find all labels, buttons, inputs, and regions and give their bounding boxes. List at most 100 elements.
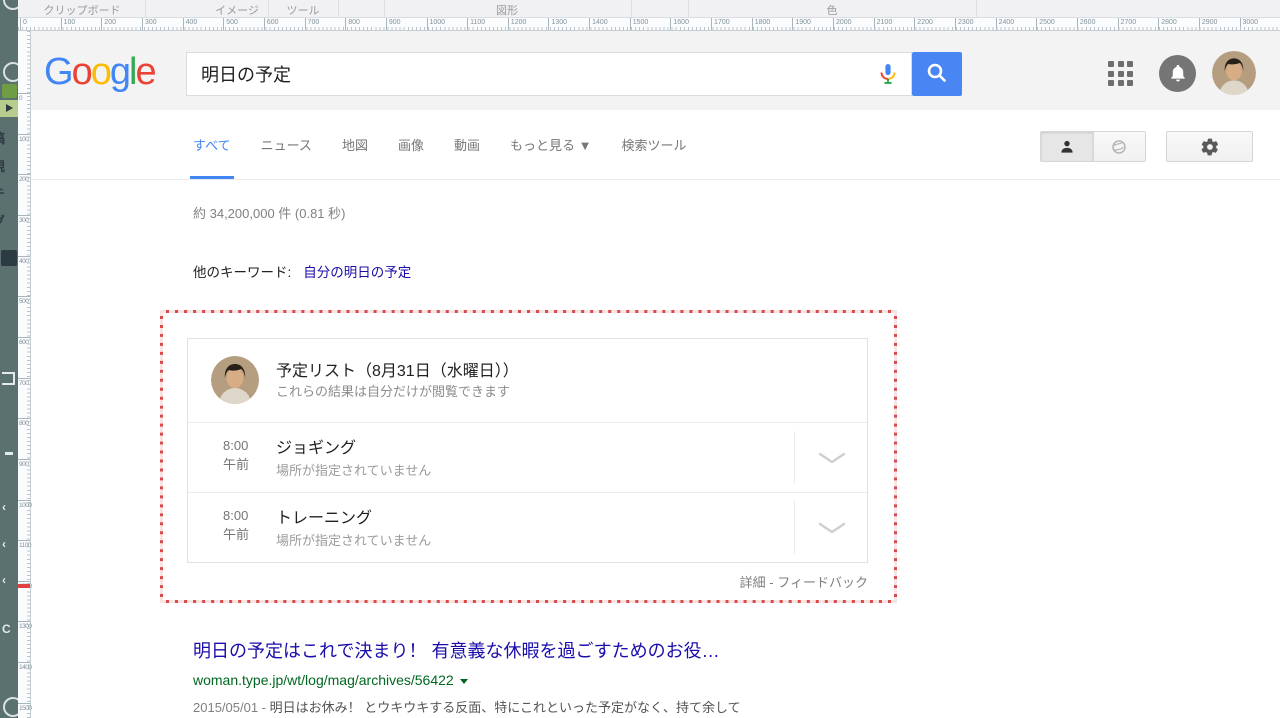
ruler-tick: 800 — [345, 18, 346, 30]
minimize-tool-icon[interactable] — [5, 452, 13, 455]
card-avatar — [211, 356, 259, 404]
apps-grid-icon[interactable] — [1108, 61, 1135, 88]
ruler-tick: 1400 — [589, 18, 590, 30]
ruler-tick: 200 — [101, 18, 102, 30]
result-date: 2015/05/01 - — [193, 700, 270, 715]
feedback-link[interactable]: フィードバック — [777, 575, 868, 590]
circle-tool-icon[interactable] — [3, 62, 18, 82]
sidebar-menu-label[interactable]: 規 — [0, 156, 5, 175]
circle-tool-icon[interactable] — [3, 697, 18, 717]
tab-news[interactable]: ニュース — [261, 110, 312, 179]
editor-left-toolbar: 稿 規 テ グ ‹ ‹ ‹ C — [0, 0, 18, 718]
event-location: 場所が指定されていません — [276, 460, 431, 479]
screenshot-root: 稿 規 テ グ ‹ ‹ ‹ C クリップボード イメージ ツール 図形 色 0 1… — [0, 0, 1280, 718]
personal-results-button[interactable] — [1041, 132, 1093, 161]
circle-tool-icon[interactable] — [3, 0, 18, 10]
result-snippet: 2015/05/01 - 明日はお休み！ とウキウキする反面、特にこれといった予… — [193, 697, 741, 716]
ribbon-divider — [268, 0, 269, 17]
active-tool-arrow-icon[interactable] — [0, 100, 18, 117]
search-input[interactable] — [187, 53, 857, 95]
ruler-tick: 2300 — [955, 18, 956, 30]
chevron-left-icon[interactable]: ‹ — [2, 537, 6, 551]
sidebar-menu-label[interactable]: テ — [0, 184, 5, 203]
logo-letter: g — [110, 51, 129, 93]
settings-button[interactable] — [1166, 131, 1253, 162]
google-logo[interactable]: Google — [44, 51, 155, 94]
ruler-tick: 100 — [18, 134, 30, 135]
ribbon-group-tools: ツール — [287, 2, 320, 18]
result-title-link[interactable]: 明日の予定はこれで決まり！ 有意義な休暇を過ごすためのお役… — [193, 637, 720, 663]
tab-search-tools[interactable]: 検索ツール — [621, 110, 686, 179]
ruler-tick: 1100 — [18, 540, 30, 541]
chevron-down-icon — [818, 522, 846, 534]
ribbon-group-image: イメージ — [215, 2, 259, 18]
ruler-tick: 1500 — [18, 703, 30, 704]
event-location: 場所が指定されていません — [276, 530, 431, 549]
related-keywords-label: 他のキーワード: — [193, 265, 291, 280]
related-keyword-link[interactable]: 自分の明日の予定 — [303, 265, 411, 280]
tab-images[interactable]: 画像 — [398, 110, 424, 179]
event-row[interactable]: 8:00 午前 ジョギング 場所が指定されていません — [188, 423, 867, 492]
voice-search-button[interactable] — [873, 61, 903, 89]
c-tool-icon[interactable]: C — [2, 622, 11, 636]
ruler-tick: 600 — [18, 337, 30, 338]
event-expand-button[interactable] — [795, 493, 869, 562]
editor-ribbon: クリップボード イメージ ツール 図形 色 — [18, 0, 1280, 18]
crop-tool-icon[interactable] — [2, 372, 15, 385]
globe-icon — [1110, 138, 1128, 156]
user-photo — [211, 356, 259, 404]
ruler-tick: 400 — [18, 256, 30, 257]
event-row[interactable]: 8:00 午前 トレーニング 場所が指定されていません — [188, 493, 867, 562]
sidebar-menu-label[interactable]: グ — [0, 211, 5, 230]
schedule-card-header: 予定リスト（8月31日（水曜日）） これらの結果は自分だけが閲覧できます — [188, 339, 867, 422]
gear-icon — [1200, 137, 1220, 157]
profile-avatar[interactable] — [1212, 51, 1256, 95]
url-dropdown-icon[interactable] — [460, 679, 468, 684]
related-keywords: 他のキーワード: 自分の明日の予定 — [193, 261, 411, 281]
ruler-tick: 1900 — [792, 18, 793, 30]
logo-letter: G — [44, 51, 72, 93]
dark-tool-icon[interactable] — [1, 250, 17, 266]
result-stats: 約 34,200,000 件 (0.81 秒) — [193, 203, 345, 222]
sidebar-menu-label[interactable]: 稿 — [0, 128, 5, 147]
ruler-tick: 1200 — [508, 18, 509, 30]
notifications-button[interactable] — [1159, 55, 1196, 92]
event-time: 8:00 午前 — [223, 506, 249, 544]
chevron-down-icon — [818, 452, 846, 464]
ruler-tick: 2700 — [1118, 18, 1119, 30]
ruler-tick: 100 — [61, 18, 62, 30]
event-title: ジョギング — [276, 434, 356, 458]
logo-letter: o — [72, 51, 91, 93]
ruler-tick: 1300 — [548, 18, 549, 30]
ruler-tick: 1600 — [670, 18, 671, 30]
schedule-card: 予定リスト（8月31日（水曜日）） これらの結果は自分だけが閲覧できます 8:0… — [187, 338, 868, 563]
tab-maps[interactable]: 地図 — [342, 110, 368, 179]
search-submit-button[interactable] — [912, 52, 962, 96]
ribbon-group-colors: 色 — [827, 2, 838, 18]
ruler-tick: 3000 — [1240, 18, 1241, 30]
ruler-tick: 500 — [223, 18, 224, 30]
event-title: トレーニング — [276, 504, 372, 528]
ruler-tick: 400 — [183, 18, 184, 30]
result-url: woman.type.jp/wt/log/mag/archives/56422 — [193, 672, 454, 688]
ruler-tick: 2200 — [914, 18, 915, 30]
bell-icon — [1168, 64, 1188, 84]
ribbon-group-clipboard: クリップボード — [44, 2, 121, 18]
chevron-left-icon[interactable]: ‹ — [2, 573, 6, 587]
chevron-left-icon[interactable]: ‹ — [2, 500, 6, 514]
tab-all[interactable]: すべて — [193, 110, 231, 179]
ruler-tick: 1000 — [427, 18, 428, 30]
green-tool-icon[interactable] — [2, 84, 17, 98]
ruler-tick: 0 — [18, 93, 30, 94]
ruler-tick: 1000 — [18, 500, 30, 501]
footer-separator: - — [766, 575, 778, 590]
ruler-tick: 1800 — [752, 18, 753, 30]
tab-videos[interactable]: 動画 — [454, 110, 480, 179]
details-link[interactable]: 詳細 — [740, 575, 766, 590]
global-results-button[interactable] — [1093, 132, 1146, 161]
ruler-tick: 900 — [386, 18, 387, 30]
ruler-tick: 1500 — [630, 18, 631, 30]
tab-more[interactable]: もっと見る ▼ — [510, 110, 591, 179]
ruler-tick: 300 — [142, 18, 143, 30]
event-expand-button[interactable] — [795, 423, 869, 492]
